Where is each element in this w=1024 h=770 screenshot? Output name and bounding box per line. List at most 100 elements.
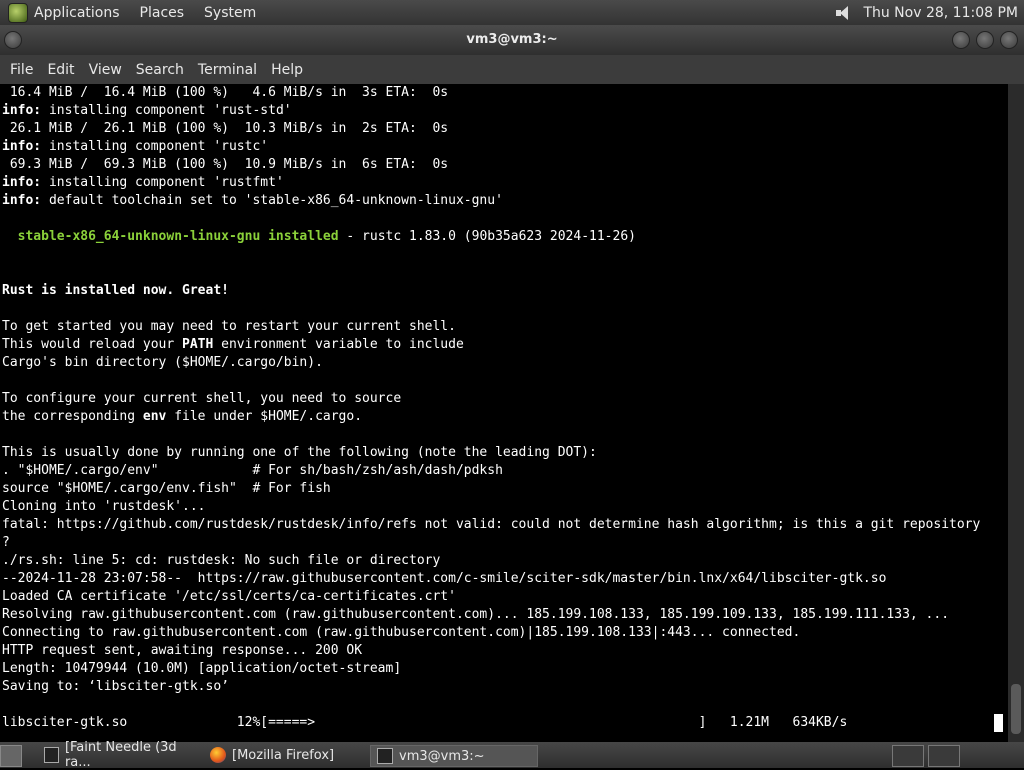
- terminal-text: stable-x86_64-unknown-linux-gnu installe…: [17, 229, 339, 244]
- terminal-line: info: installing component 'rust-std': [0, 102, 1008, 120]
- terminal-text: source "$HOME/.cargo/env.fish" # For fis…: [2, 481, 331, 496]
- volume-icon[interactable]: [835, 5, 853, 21]
- menu-places[interactable]: Places: [140, 5, 185, 21]
- terminal-text: 69.3 MiB / 69.3 MiB (100 %) 10.9 MiB/s i…: [2, 157, 449, 172]
- terminal-line: stable-x86_64-unknown-linux-gnu installe…: [0, 228, 1008, 246]
- terminal-scrollbar[interactable]: [1008, 84, 1024, 742]
- terminal-line: 26.1 MiB / 26.1 MiB (100 %) 10.3 MiB/s i…: [0, 120, 1008, 138]
- terminal-line: source "$HOME/.cargo/env.fish" # For fis…: [0, 480, 1008, 498]
- menu-edit[interactable]: Edit: [47, 62, 74, 78]
- scrollbar-thumb[interactable]: [1011, 684, 1021, 734]
- terminal-output[interactable]: 16.4 MiB / 16.4 MiB (100 %) 4.6 MiB/s in…: [0, 84, 1008, 742]
- firefox-icon: [210, 747, 226, 763]
- task-label: [Faint Needle (3d ra...: [64, 740, 177, 770]
- terminal-text: installing component 'rustfmt': [41, 175, 284, 190]
- terminal-text: Cloning into 'rustdesk'...: [2, 499, 206, 514]
- terminal-text: info:: [2, 175, 42, 190]
- terminal-line: Length: 10479944 (10.0M) [application/oc…: [0, 660, 1008, 678]
- workspace-switcher-icon[interactable]: [928, 745, 960, 767]
- terminal-text: libsciter-gtk.so 12%[=====> ] 1.21M 634K…: [2, 715, 848, 730]
- terminal-text: ./rs.sh: line 5: cd: rustdesk: No such f…: [2, 553, 441, 568]
- terminal-line: Cloning into 'rustdesk'...: [0, 498, 1008, 516]
- terminal-text: --2024-11-28 23:07:58-- https://raw.gith…: [2, 571, 887, 586]
- terminal-line: To get started you may need to restart y…: [0, 318, 1008, 336]
- terminal-text: installing component 'rust-std': [41, 103, 292, 118]
- terminal-text: Loaded CA certificate '/etc/ssl/certs/ca…: [2, 589, 456, 604]
- terminal-text: file under $HOME/.cargo.: [166, 409, 363, 424]
- terminal-line: --2024-11-28 23:07:58-- https://raw.gith…: [0, 570, 1008, 588]
- terminal-line: Connecting to raw.githubusercontent.com …: [0, 624, 1008, 642]
- menu-file[interactable]: File: [10, 62, 33, 78]
- terminal-line: This is usually done by running one of t…: [0, 444, 1008, 462]
- show-desktop-icon[interactable]: [0, 745, 22, 767]
- terminal-line: libsciter-gtk.so 12%[=====> ] 1.21M 634K…: [0, 714, 1008, 732]
- terminal-text: Resolving raw.githubusercontent.com (raw…: [2, 607, 950, 622]
- task-label: vm3@vm3:~: [399, 748, 485, 764]
- terminal-line: This would reload your PATH environment …: [0, 336, 1008, 354]
- clock[interactable]: Thu Nov 28, 11:08 PM: [863, 5, 1018, 21]
- window-icon: [44, 747, 59, 763]
- terminal-line: 69.3 MiB / 69.3 MiB (100 %) 10.9 MiB/s i…: [0, 156, 1008, 174]
- terminal-text: This is usually done by running one of t…: [2, 445, 597, 460]
- terminal-text: installing component 'rustc': [41, 139, 269, 154]
- terminal-text: env: [142, 409, 167, 424]
- terminal-cursor: [994, 714, 1003, 732]
- terminal-line: Saving to: ‘libsciter-gtk.so’: [0, 678, 1008, 696]
- terminal-line: ?: [0, 534, 1008, 552]
- terminal-line: the corresponding env file under $HOME/.…: [0, 408, 1008, 426]
- terminal-text: info:: [2, 103, 42, 118]
- terminal-line: fatal: https://github.com/rustdesk/rustd…: [0, 516, 1008, 534]
- terminal-text: fatal: https://github.com/rustdesk/rustd…: [2, 517, 981, 532]
- window-title: vm3@vm3:~: [466, 32, 558, 47]
- terminal-line: HTTP request sent, awaiting response... …: [0, 642, 1008, 660]
- terminal-text: the corresponding: [2, 409, 143, 424]
- task-faint-needle[interactable]: [Faint Needle (3d ra...: [38, 740, 196, 770]
- terminal-line: info: default toolchain set to 'stable-x…: [0, 192, 1008, 210]
- window-titlebar[interactable]: vm3@vm3:~: [0, 25, 1024, 55]
- terminal-text: Cargo's bin directory ($HOME/.cargo/bin)…: [2, 355, 323, 370]
- menu-applications[interactable]: Applications: [34, 5, 120, 21]
- workspace-switcher-icon[interactable]: [892, 745, 924, 767]
- taskbar: [Faint Needle (3d ra... [Mozilla Firefox…: [0, 740, 1024, 770]
- terminal-line: . "$HOME/.cargo/env" # For sh/bash/zsh/a…: [0, 462, 1008, 480]
- terminal-line: 16.4 MiB / 16.4 MiB (100 %) 4.6 MiB/s in…: [0, 84, 1008, 102]
- menu-help[interactable]: Help: [271, 62, 303, 78]
- terminal-text: Saving to: ‘libsciter-gtk.so’: [2, 679, 229, 694]
- terminal-line: ./rs.sh: line 5: cd: rustdesk: No such f…: [0, 552, 1008, 570]
- menu-terminal[interactable]: Terminal: [198, 62, 257, 78]
- terminal-line: Resolving raw.githubusercontent.com (raw…: [0, 606, 1008, 624]
- terminal-text: Connecting to raw.githubusercontent.com …: [2, 625, 801, 640]
- terminal-icon: [377, 748, 393, 764]
- top-panel: Applications Places System Thu Nov 28, 1…: [0, 0, 1024, 25]
- terminal-line: info: installing component 'rustfmt': [0, 174, 1008, 192]
- terminal-text: HTTP request sent, awaiting response... …: [2, 643, 363, 658]
- close-button[interactable]: [1000, 31, 1018, 49]
- terminal-text: PATH: [182, 337, 214, 352]
- menu-view[interactable]: View: [89, 62, 122, 78]
- terminal-text: default toolchain set to 'stable-x86_64-…: [41, 193, 503, 208]
- menu-search[interactable]: Search: [136, 62, 184, 78]
- task-firefox[interactable]: [Mozilla Firefox]: [204, 745, 362, 765]
- terminal-text: - rustc 1.83.0 (90b35a623 2024-11-26): [338, 229, 636, 244]
- terminal-text: environment variable to include: [213, 337, 464, 352]
- terminal-text: This would reload your: [2, 337, 183, 352]
- maximize-button[interactable]: [976, 31, 994, 49]
- terminal-line: To configure your current shell, you nee…: [0, 390, 1008, 408]
- app-menu-icon[interactable]: [8, 2, 28, 23]
- terminal-text: Rust is installed now. Great!: [2, 283, 229, 298]
- menubar: File Edit View Search Terminal Help: [0, 55, 1024, 84]
- minimize-button[interactable]: [952, 31, 970, 49]
- task-terminal[interactable]: vm3@vm3:~: [370, 745, 538, 767]
- terminal-text: To get started you may need to restart y…: [2, 319, 456, 334]
- terminal-text: . "$HOME/.cargo/env" # For sh/bash/zsh/a…: [2, 463, 503, 478]
- terminal-line: info: installing component 'rustc': [0, 138, 1008, 156]
- menu-system[interactable]: System: [204, 5, 256, 21]
- terminal-text: Length: 10479944 (10.0M) [application/oc…: [2, 661, 402, 676]
- task-label: [Mozilla Firefox]: [232, 747, 335, 763]
- terminal-line: Cargo's bin directory ($HOME/.cargo/bin)…: [0, 354, 1008, 372]
